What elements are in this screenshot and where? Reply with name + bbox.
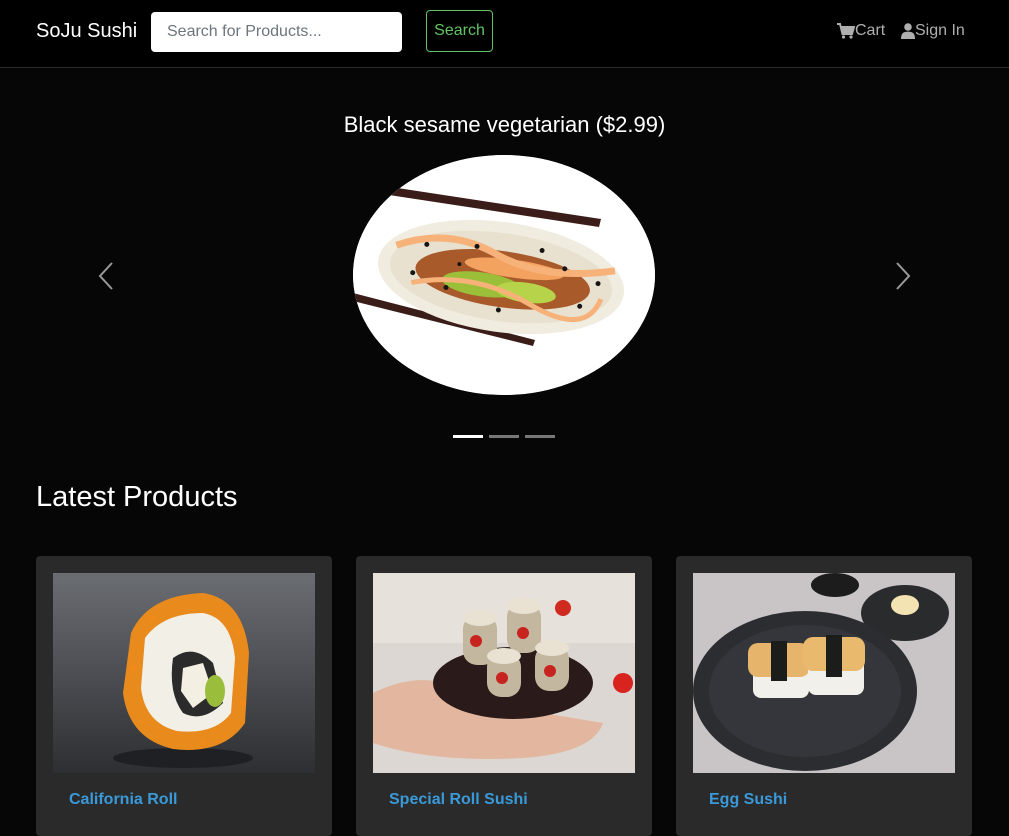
product-image-special-roll-sushi[interactable] (373, 573, 635, 773)
cart-icon (837, 23, 855, 39)
carousel-indicator-2[interactable] (489, 435, 519, 438)
chevron-left-icon (92, 262, 122, 297)
product-title[interactable]: California Roll (69, 791, 177, 809)
product-title[interactable]: Egg Sushi (709, 791, 787, 809)
carousel-prev-button[interactable] (92, 259, 122, 293)
brand-logo[interactable]: SoJu Sushi (36, 20, 137, 43)
product-image-california-roll[interactable] (53, 573, 315, 773)
carousel-indicator-1[interactable] (453, 435, 483, 438)
carousel-indicator-3[interactable] (525, 435, 555, 438)
product-card: California Roll (36, 556, 332, 836)
cart-label: Cart (855, 22, 886, 39)
carousel-indicators (453, 435, 555, 438)
latest-products-heading: Latest Products (36, 481, 238, 513)
product-image-egg-sushi[interactable] (693, 573, 955, 773)
featured-carousel: Black sesame vegetarian ($2.99) (0, 69, 1009, 451)
product-card: Special Roll Sushi (356, 556, 652, 836)
sign-in-link[interactable]: Sign In (901, 22, 965, 40)
product-title[interactable]: Special Roll Sushi (389, 791, 528, 809)
search-button[interactable]: Search (426, 10, 493, 52)
top-navbar: SoJu Sushi Search Cart Sign In (0, 0, 1009, 68)
chevron-right-icon (887, 262, 917, 297)
cart-link[interactable]: Cart (837, 22, 885, 40)
carousel-product-image[interactable] (353, 155, 655, 395)
search-input[interactable] (151, 12, 402, 52)
carousel-next-button[interactable] (887, 259, 917, 293)
sign-in-label: Sign In (915, 22, 965, 39)
carousel-caption: Black sesame vegetarian ($2.99) (343, 112, 666, 137)
product-card: Egg Sushi (676, 556, 972, 836)
user-icon (901, 23, 915, 39)
